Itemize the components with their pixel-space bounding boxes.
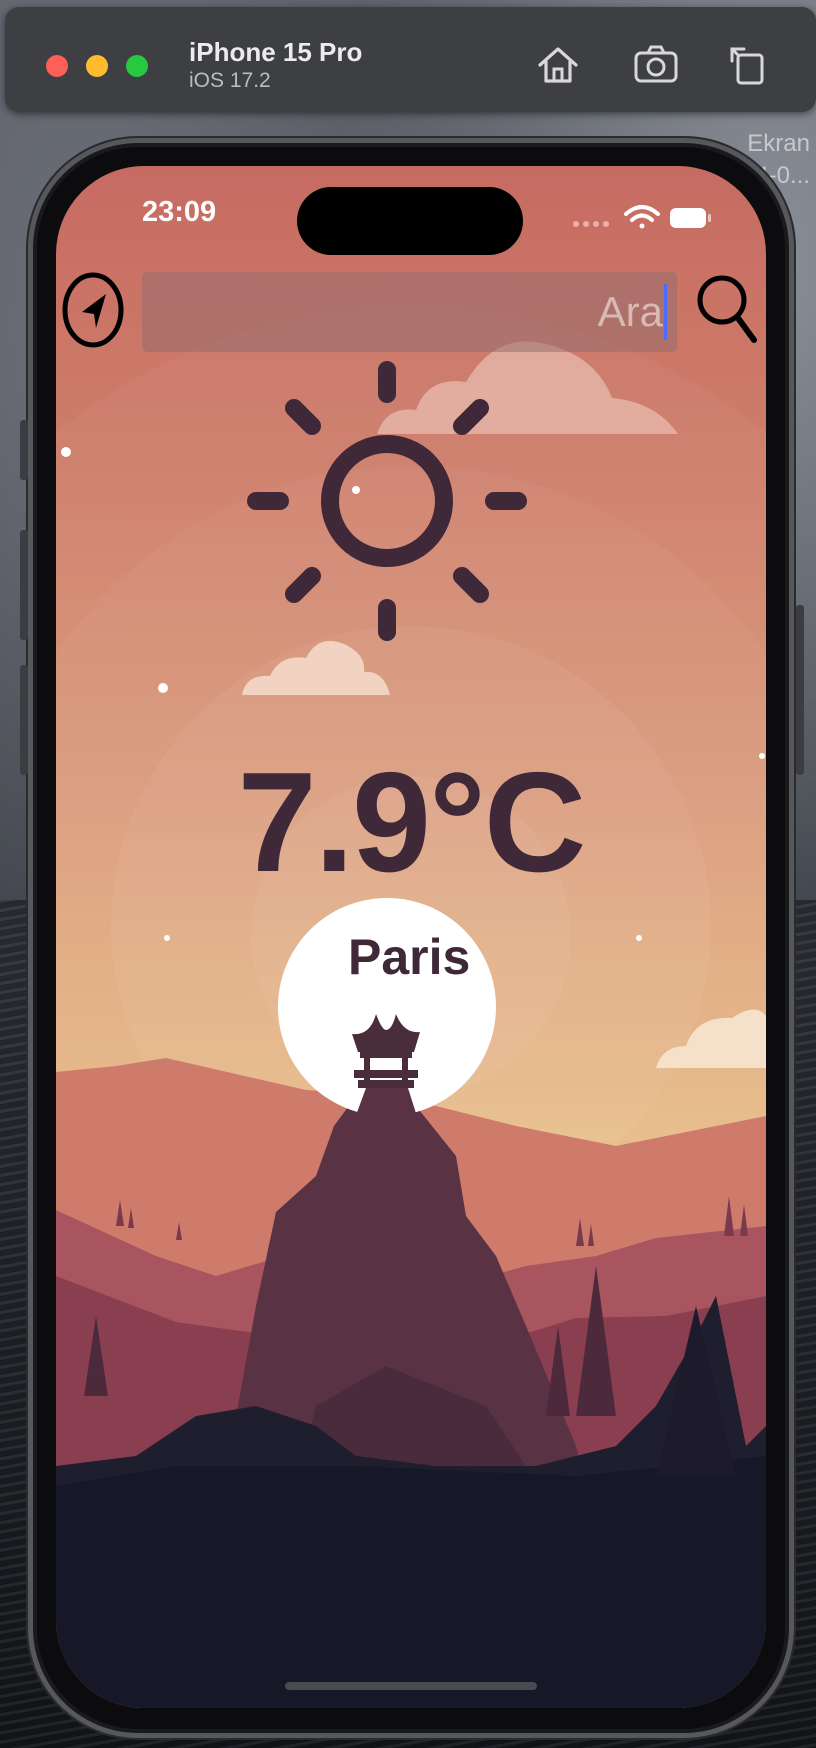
search-input[interactable] bbox=[142, 272, 677, 352]
sun-icon bbox=[247, 361, 527, 641]
location-arrow-icon[interactable] bbox=[62, 272, 124, 348]
volume-up-button[interactable] bbox=[20, 530, 28, 640]
temperature-display: 7.9°C bbox=[237, 743, 587, 902]
home-indicator[interactable] bbox=[285, 1682, 537, 1690]
power-button[interactable] bbox=[796, 605, 804, 775]
signal-icon bbox=[573, 221, 609, 227]
text-cursor bbox=[664, 284, 667, 340]
rotate-icon[interactable] bbox=[724, 41, 772, 89]
battery-icon bbox=[670, 208, 711, 228]
minimize-window-button[interactable] bbox=[86, 55, 108, 77]
zoom-window-button[interactable] bbox=[126, 55, 148, 77]
wifi-icon bbox=[624, 205, 660, 229]
dynamic-island bbox=[297, 187, 523, 255]
close-window-button[interactable] bbox=[46, 55, 68, 77]
search-icon[interactable] bbox=[696, 270, 758, 348]
volume-down-button[interactable] bbox=[20, 665, 28, 775]
device-os-version: iOS 17.2 bbox=[189, 69, 271, 92]
action-button[interactable] bbox=[20, 420, 28, 480]
home-icon[interactable] bbox=[534, 41, 582, 89]
screenshot-camera-icon[interactable] bbox=[632, 41, 680, 89]
search-field[interactable] bbox=[142, 272, 677, 352]
simulator-titlebar: iPhone 15 Pro iOS 17.2 bbox=[5, 7, 816, 112]
status-time: 23:09 bbox=[142, 196, 217, 228]
city-name: Paris bbox=[348, 929, 471, 985]
device-name: iPhone 15 Pro bbox=[189, 37, 363, 67]
status-icons bbox=[573, 205, 711, 229]
app-screen: 23:09 Ara 7.9°C Paris bbox=[56, 166, 766, 1708]
pagoda-silhouette bbox=[352, 1014, 420, 1126]
